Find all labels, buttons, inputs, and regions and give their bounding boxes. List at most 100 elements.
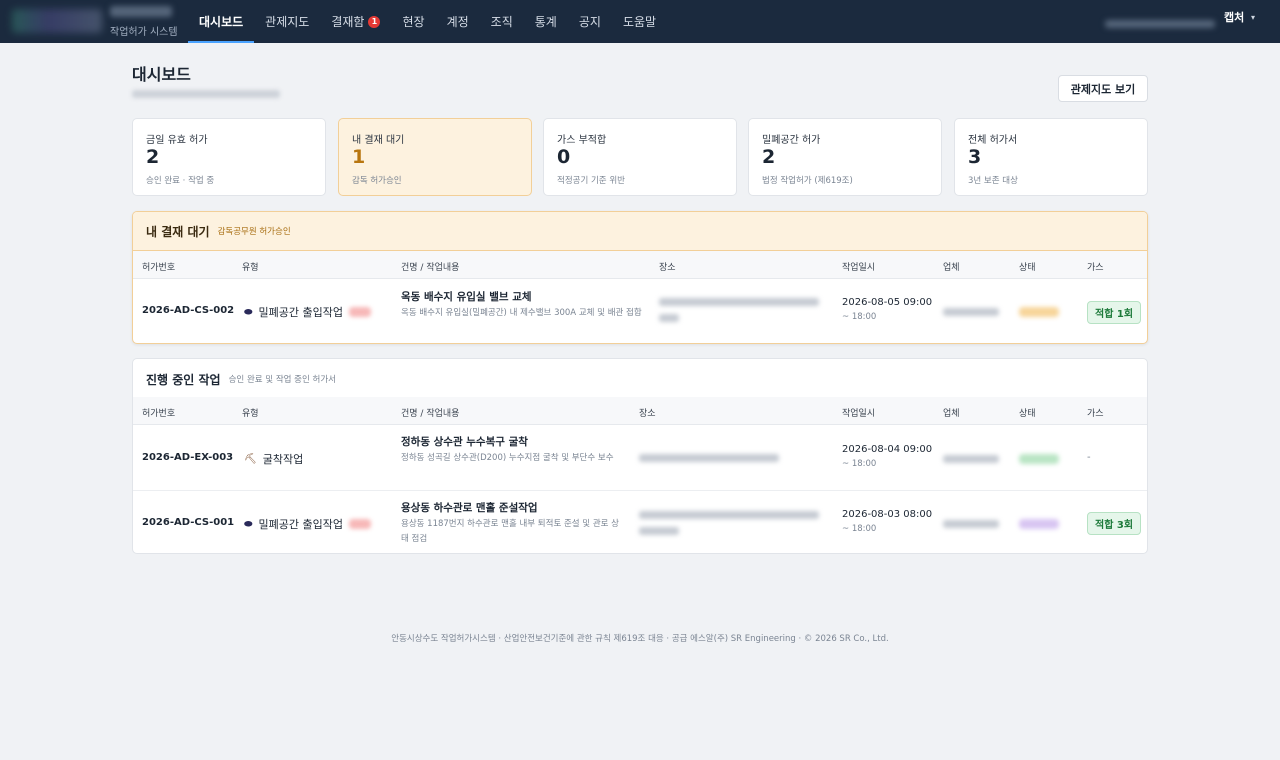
location-line [639, 454, 779, 462]
work-type: ⬬ 밀폐공간 출입작업 [244, 304, 372, 320]
main-nav: 대시보드 관제지도 결재함 1 현장 계정 조직 통계 공지 도움말 [188, 0, 667, 43]
column-header: 건명 / 작업내용 [401, 409, 460, 419]
status-badge [1019, 454, 1059, 464]
stat-card-my-pending[interactable]: 내 결재 대기 1 감독 허가승인 [338, 118, 532, 196]
stat-value: 2 [146, 146, 160, 168]
nav-statistics[interactable]: 통계 [524, 0, 568, 43]
stat-card-confined-space[interactable]: 밀폐공간 허가 2 법정 작업허가 (제619조) [748, 118, 942, 196]
approval-count-badge: 1 [368, 15, 381, 28]
work-type-label: 밀폐공간 출입작업 [258, 306, 344, 319]
panel-header: 내 결재 대기 감독공무원 허가승인 [133, 212, 1147, 251]
stat-card-gas-nonconforming[interactable]: 가스 부적합 0 적정공기 기준 위반 [543, 118, 737, 196]
work-end: ~ 18:00 [842, 312, 877, 322]
column-header: 업체 [943, 263, 960, 273]
nav-organization[interactable]: 조직 [480, 0, 524, 43]
page-subtitle-redacted [132, 90, 280, 98]
nav-sites[interactable]: 현장 [391, 0, 435, 43]
stat-value: 1 [352, 146, 366, 168]
job-description: 옥동 배수지 유입실(밀폐공간) 내 제수밸브 300A 교체 및 배관 접합 [401, 308, 642, 318]
panel-header: 진행 중인 작업 승인 완료 및 작업 중인 허가서 [133, 359, 1147, 399]
pending-approvals-panel: 내 결재 대기 감독공무원 허가승인 허가번호 유형 건명 / 작업내용 장소 … [132, 211, 1148, 344]
job-title[interactable]: 용상동 하수관로 맨홀 준설작업 [401, 500, 626, 515]
table-row[interactable]: 2026-AD-EX-003 ⛏ 굴착작업 정하동 상수관 누수복구 굴착 정하… [133, 426, 1147, 491]
stat-card-today-valid[interactable]: 금일 유효 허가 2 승인 완료 · 작업 중 [132, 118, 326, 196]
work-datetime: 2026-08-03 08:00 ~ 18:00 [842, 509, 932, 534]
column-header: 업체 [943, 409, 960, 419]
column-header: 유형 [242, 409, 259, 419]
user-menu[interactable]: 캡처 [1224, 9, 1244, 25]
stat-hint: 적정공기 기준 위반 [557, 176, 625, 186]
job-info: 용상동 하수관로 맨홀 준설작업 용상동 1187번지 하수관로 맨홀 내부 퇴… [401, 500, 626, 547]
permit-number[interactable]: 2026-AD-CS-001 [142, 517, 234, 528]
panel-title: 진행 중인 작업 [146, 372, 221, 387]
stat-value: 3 [968, 146, 982, 168]
column-header: 상태 [1019, 263, 1036, 273]
user-info-redacted [1105, 20, 1215, 28]
work-datetime: 2026-08-05 09:00 ~ 18:00 [842, 297, 932, 322]
permit-number[interactable]: 2026-AD-EX-003 [142, 452, 233, 463]
stat-label: 가스 부적합 [557, 135, 607, 146]
work-end: ~ 18:00 [842, 524, 877, 534]
gas-result-badge[interactable]: 적합 3회 [1087, 512, 1142, 535]
stat-hint: 3년 보존 대상 [968, 176, 1018, 186]
system-name-redacted [110, 6, 172, 17]
job-title[interactable]: 옥동 배수지 유입실 밸브 교체 [401, 289, 646, 304]
top-navigation-bar: 작업허가 시스템 대시보드 관제지도 결재함 1 현장 계정 조직 통계 공지 … [0, 0, 1280, 43]
column-header: 상태 [1019, 409, 1036, 419]
gas-result: 적합 3회 [1087, 512, 1142, 535]
work-type: ⬬ 밀폐공간 출입작업 [244, 516, 372, 532]
logo[interactable] [12, 9, 102, 33]
stat-value: 0 [557, 146, 571, 168]
work-type: ⛏ 굴착작업 [244, 451, 303, 467]
column-header: 가스 [1087, 263, 1104, 273]
panel-subtitle: 감독공무원 허가승인 [217, 227, 291, 237]
work-type-label: 굴착작업 [262, 453, 304, 466]
job-title[interactable]: 정하동 상수관 누수복구 굴착 [401, 434, 626, 449]
location-redacted [639, 454, 779, 462]
risk-badge-redacted [349, 307, 372, 317]
nav-accounts[interactable]: 계정 [436, 0, 480, 43]
company-redacted [943, 520, 999, 528]
location-redacted [639, 511, 819, 535]
status-badge [1019, 307, 1059, 317]
location-line [659, 314, 679, 322]
nav-notices[interactable]: 공지 [568, 0, 612, 43]
stat-card-total-permits[interactable]: 전체 허가서 3 3년 보존 대상 [954, 118, 1148, 196]
in-progress-work-panel: 진행 중인 작업 승인 완료 및 작업 중인 허가서 허가번호 유형 건명 / … [132, 358, 1148, 554]
gas-result-badge[interactable]: 적합 1회 [1087, 301, 1142, 324]
system-subtitle: 작업허가 시스템 [110, 27, 178, 38]
manhole-icon: ⬬ [244, 518, 253, 530]
table-header: 허가번호 유형 건명 / 작업내용 장소 작업일시 업체 상태 가스 [133, 397, 1147, 425]
nav-control-map[interactable]: 관제지도 [254, 0, 320, 43]
location-line [659, 298, 819, 306]
location-line [639, 527, 679, 535]
gas-result: 적합 1회 [1087, 301, 1142, 324]
stat-label: 전체 허가서 [968, 135, 1018, 146]
column-header: 유형 [242, 263, 259, 273]
column-header: 건명 / 작업내용 [401, 263, 460, 273]
panel-subtitle: 승인 완료 및 작업 중인 허가서 [228, 375, 336, 385]
permit-number[interactable]: 2026-AD-CS-002 [142, 305, 234, 316]
work-start: 2026-08-03 08:00 [842, 509, 933, 520]
location-line [639, 511, 819, 519]
job-info: 정하동 상수관 누수복구 굴착 정하동 성곡길 상수관(D200) 누수지점 굴… [401, 434, 626, 466]
view-control-map-button[interactable]: 관제지도 보기 [1058, 75, 1148, 102]
page-title: 대시보드 [132, 65, 191, 84]
work-datetime: 2026-08-04 09:00 ~ 18:00 [842, 444, 932, 469]
footer: 안동시상수도 작업허가시스템 · 산업안전보건기준에 관한 규칙 제619조 대… [391, 634, 889, 644]
stat-hint: 승인 완료 · 작업 중 [146, 176, 215, 186]
work-start: 2026-08-05 09:00 [842, 297, 933, 308]
panel-title: 내 결재 대기 [146, 224, 210, 239]
column-header: 가스 [1087, 409, 1104, 419]
nav-approvals[interactable]: 결재함 1 [320, 0, 391, 43]
column-header: 허가번호 [142, 263, 176, 273]
chevron-down-icon[interactable]: ▾ [1251, 13, 1255, 22]
nav-help[interactable]: 도움말 [612, 0, 667, 43]
company-redacted [943, 308, 999, 316]
table-row[interactable]: 2026-AD-CS-002 ⬬ 밀폐공간 출입작업 옥동 배수지 유입실 밸브… [133, 279, 1147, 343]
stat-label: 내 결재 대기 [352, 135, 405, 146]
status-badge [1019, 519, 1059, 529]
table-row[interactable]: 2026-AD-CS-001 ⬬ 밀폐공간 출입작업 용상동 하수관로 맨홀 준… [133, 491, 1147, 553]
nav-dashboard[interactable]: 대시보드 [188, 0, 255, 43]
column-header: 작업일시 [842, 263, 876, 273]
